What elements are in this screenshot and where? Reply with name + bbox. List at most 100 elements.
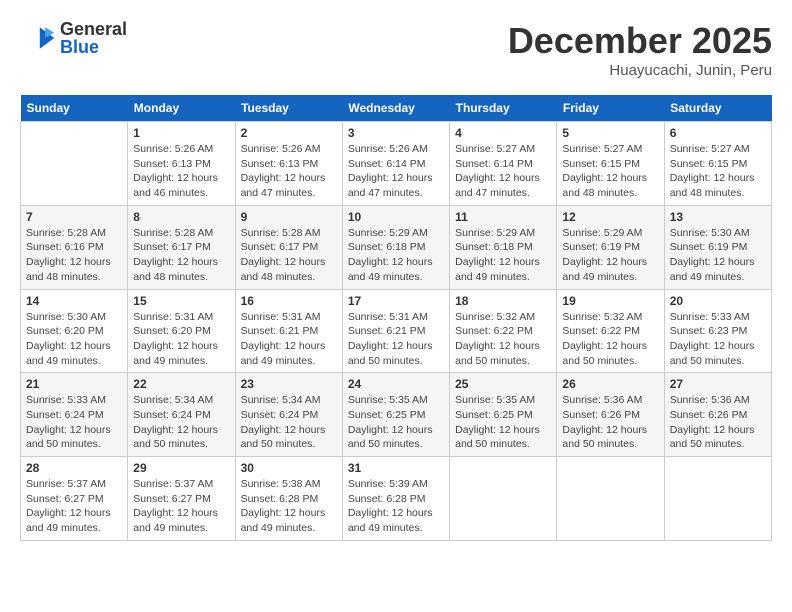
cell-content: Sunrise: 5:31 AMSunset: 6:21 PMDaylight:… xyxy=(241,310,337,369)
weekday-header: Tuesday xyxy=(235,95,342,122)
calendar-cell: 9Sunrise: 5:28 AMSunset: 6:17 PMDaylight… xyxy=(235,205,342,289)
cell-content: Sunrise: 5:37 AMSunset: 6:27 PMDaylight:… xyxy=(133,477,229,536)
calendar-cell: 22 Sunrise: 5:34 AMSunset: 6:24 PMDayligh… xyxy=(128,373,235,457)
day-number: 22 xyxy=(133,377,229,391)
cell-content: Sunrise: 5:30 AMSunset: 6:20 PMDaylight:… xyxy=(26,310,122,369)
cell-content: Sunrise: 5:35 AMSunset: 6:25 PMDaylight:… xyxy=(455,393,551,452)
day-number: 16 xyxy=(241,294,337,308)
day-number: 19 xyxy=(562,294,658,308)
calendar-cell xyxy=(21,122,128,206)
day-number: 21 xyxy=(26,377,122,391)
calendar-cell: 24 Sunrise: 5:35 AMSunset: 6:25 PMDayligh… xyxy=(342,373,449,457)
calendar-cell: 28Sunrise: 5:37 AMSunset: 6:27 PMDayligh… xyxy=(21,457,128,541)
logo: General Blue xyxy=(20,20,127,56)
calendar-cell: 12 Sunrise: 5:29 AMSunset: 6:19 PMDayligh… xyxy=(557,205,664,289)
cell-content: Sunrise: 5:36 AMSunset: 6:26 PMDaylight:… xyxy=(562,393,658,452)
calendar-cell: 4 Sunrise: 5:27 AMSunset: 6:14 PMDaylight… xyxy=(450,122,557,206)
cell-content: Sunrise: 5:27 AMSunset: 6:15 PMDaylight:… xyxy=(670,142,766,201)
calendar-cell: 15Sunrise: 5:31 AMSunset: 6:20 PMDayligh… xyxy=(128,289,235,373)
day-number: 9 xyxy=(241,210,337,224)
cell-content: Sunrise: 5:39 AMSunset: 6:28 PMDaylight:… xyxy=(348,477,444,536)
day-number: 8 xyxy=(133,210,229,224)
calendar-cell: 11Sunrise: 5:29 AMSunset: 6:18 PMDayligh… xyxy=(450,205,557,289)
day-number: 3 xyxy=(348,126,444,140)
cell-content: Sunrise: 5:29 AMSunset: 6:19 PMDaylight:… xyxy=(562,226,658,285)
calendar-cell: 18 Sunrise: 5:32 AMSunset: 6:22 PMDayligh… xyxy=(450,289,557,373)
logo-icon xyxy=(20,20,56,56)
cell-content: Sunrise: 5:31 AMSunset: 6:20 PMDaylight:… xyxy=(133,310,229,369)
calendar-week-row: 7 Sunrise: 5:28 AMSunset: 6:16 PMDaylight… xyxy=(21,205,772,289)
calendar-cell xyxy=(664,457,771,541)
logo-general-text: General xyxy=(60,20,127,38)
weekday-header: Saturday xyxy=(664,95,771,122)
calendar-cell: 2Sunrise: 5:26 AMSunset: 6:13 PMDaylight… xyxy=(235,122,342,206)
cell-content: Sunrise: 5:34 AMSunset: 6:24 PMDaylight:… xyxy=(241,393,337,452)
day-number: 18 xyxy=(455,294,551,308)
day-number: 20 xyxy=(670,294,766,308)
cell-content: Sunrise: 5:32 AMSunset: 6:22 PMDaylight:… xyxy=(562,310,658,369)
calendar-week-row: 28 Sunrise: 5:37 AMSunset: 6:27 PMDayligh… xyxy=(21,457,772,541)
calendar-cell: 3 Sunrise: 5:26 AMSunset: 6:14 PMDaylight… xyxy=(342,122,449,206)
cell-content: Sunrise: 5:36 AMSunset: 6:26 PMDaylight:… xyxy=(670,393,766,452)
cell-content: Sunrise: 5:29 AMSunset: 6:18 PMDaylight:… xyxy=(455,226,551,285)
cell-content: Sunrise: 5:29 AMSunset: 6:18 PMDaylight:… xyxy=(348,226,444,285)
calendar-cell: 25 Sunrise: 5:35 AMSunset: 6:25 PMDayligh… xyxy=(450,373,557,457)
day-number: 1 xyxy=(133,126,229,140)
calendar-cell: 7 Sunrise: 5:28 AMSunset: 6:16 PMDaylight… xyxy=(21,205,128,289)
calendar-week-row: 14Sunrise: 5:30 AMSunset: 6:20 PMDayligh… xyxy=(21,289,772,373)
day-number: 7 xyxy=(26,210,122,224)
logo-blue-text: Blue xyxy=(60,38,127,56)
day-number: 23 xyxy=(241,377,337,391)
day-number: 4 xyxy=(455,126,551,140)
cell-content: Sunrise: 5:34 AMSunset: 6:24 PMDaylight:… xyxy=(133,393,229,452)
weekday-header: Wednesday xyxy=(342,95,449,122)
calendar-week-row: 21 Sunrise: 5:33 AMSunset: 6:24 PMDayligh… xyxy=(21,373,772,457)
calendar-cell: 10 Sunrise: 5:29 AMSunset: 6:18 PMDayligh… xyxy=(342,205,449,289)
day-number: 24 xyxy=(348,377,444,391)
calendar-cell: 17Sunrise: 5:31 AMSunset: 6:21 PMDayligh… xyxy=(342,289,449,373)
cell-content: Sunrise: 5:26 AMSunset: 6:13 PMDaylight:… xyxy=(133,142,229,201)
day-number: 5 xyxy=(562,126,658,140)
day-number: 10 xyxy=(348,210,444,224)
cell-content: Sunrise: 5:26 AMSunset: 6:13 PMDaylight:… xyxy=(241,142,337,201)
day-number: 25 xyxy=(455,377,551,391)
month-title: December 2025 xyxy=(508,20,772,62)
cell-content: Sunrise: 5:26 AMSunset: 6:14 PMDaylight:… xyxy=(348,142,444,201)
cell-content: Sunrise: 5:27 AMSunset: 6:14 PMDaylight:… xyxy=(455,142,551,201)
weekday-header: Thursday xyxy=(450,95,557,122)
cell-content: Sunrise: 5:38 AMSunset: 6:28 PMDaylight:… xyxy=(241,477,337,536)
calendar-cell: 13 Sunrise: 5:30 AMSunset: 6:19 PMDayligh… xyxy=(664,205,771,289)
cell-content: Sunrise: 5:32 AMSunset: 6:22 PMDaylight:… xyxy=(455,310,551,369)
day-number: 30 xyxy=(241,461,337,475)
cell-content: Sunrise: 5:33 AMSunset: 6:24 PMDaylight:… xyxy=(26,393,122,452)
cell-content: Sunrise: 5:28 AMSunset: 6:16 PMDaylight:… xyxy=(26,226,122,285)
cell-content: Sunrise: 5:30 AMSunset: 6:19 PMDaylight:… xyxy=(670,226,766,285)
calendar-cell: 30 Sunrise: 5:38 AMSunset: 6:28 PMDayligh… xyxy=(235,457,342,541)
cell-content: Sunrise: 5:28 AMSunset: 6:17 PMDaylight:… xyxy=(133,226,229,285)
weekday-header: Friday xyxy=(557,95,664,122)
day-number: 31 xyxy=(348,461,444,475)
location-subtitle: Huayucachi, Junin, Peru xyxy=(508,62,772,79)
weekday-header-row: SundayMondayTuesdayWednesdayThursdayFrid… xyxy=(21,95,772,122)
calendar-cell: 27 Sunrise: 5:36 AMSunset: 6:26 PMDayligh… xyxy=(664,373,771,457)
calendar-cell: 8 Sunrise: 5:28 AMSunset: 6:17 PMDaylight… xyxy=(128,205,235,289)
day-number: 28 xyxy=(26,461,122,475)
calendar-cell: 5 Sunrise: 5:27 AMSunset: 6:15 PMDaylight… xyxy=(557,122,664,206)
day-number: 29 xyxy=(133,461,229,475)
day-number: 13 xyxy=(670,210,766,224)
cell-content: Sunrise: 5:35 AMSunset: 6:25 PMDaylight:… xyxy=(348,393,444,452)
logo-text: General Blue xyxy=(60,20,127,56)
calendar-cell: 26 Sunrise: 5:36 AMSunset: 6:26 PMDayligh… xyxy=(557,373,664,457)
calendar-cell: 23 Sunrise: 5:34 AMSunset: 6:24 PMDayligh… xyxy=(235,373,342,457)
day-number: 6 xyxy=(670,126,766,140)
day-number: 12 xyxy=(562,210,658,224)
day-number: 27 xyxy=(670,377,766,391)
calendar-cell xyxy=(450,457,557,541)
cell-content: Sunrise: 5:27 AMSunset: 6:15 PMDaylight:… xyxy=(562,142,658,201)
calendar-cell: 19 Sunrise: 5:32 AMSunset: 6:22 PMDayligh… xyxy=(557,289,664,373)
calendar-cell: 31 Sunrise: 5:39 AMSunset: 6:28 PMDayligh… xyxy=(342,457,449,541)
calendar-cell: 6 Sunrise: 5:27 AMSunset: 6:15 PMDaylight… xyxy=(664,122,771,206)
cell-content: Sunrise: 5:31 AMSunset: 6:21 PMDaylight:… xyxy=(348,310,444,369)
calendar-cell: 14Sunrise: 5:30 AMSunset: 6:20 PMDayligh… xyxy=(21,289,128,373)
day-number: 26 xyxy=(562,377,658,391)
